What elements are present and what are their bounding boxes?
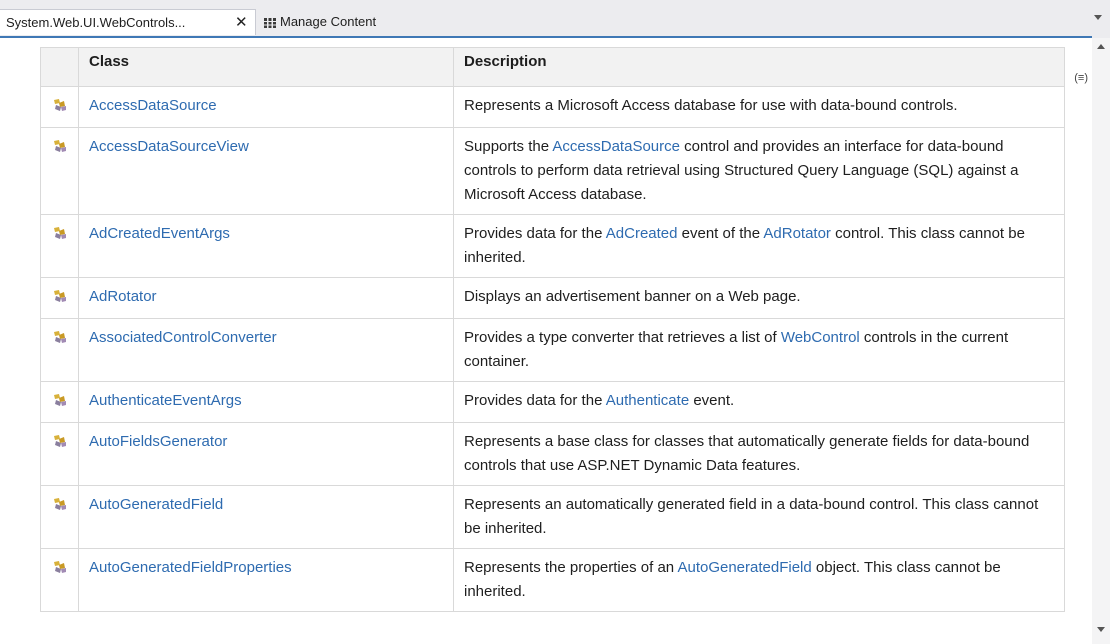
description-text: Represents a base class for classes that…	[464, 433, 1030, 474]
class-column-header: Class	[78, 47, 454, 87]
class-name-cell: AccessDataSource	[78, 86, 454, 128]
class-icon-cell	[40, 86, 79, 128]
description-cell: Represents a Microsoft Access database f…	[453, 86, 1065, 128]
class-icon	[52, 495, 68, 519]
class-icon-cell	[40, 277, 79, 319]
tab-webcontrols-label: System.Web.UI.WebControls...	[6, 15, 186, 30]
description-link[interactable]: WebControl	[781, 329, 860, 346]
class-icon-cell	[40, 381, 79, 423]
description-link[interactable]: AutoGeneratedField	[677, 559, 811, 576]
class-table: Class Description AccessDataSource Repres…	[40, 47, 1065, 612]
table-row: AuthenticateEventArgs Provides data for t…	[40, 381, 1065, 423]
class-link[interactable]: AdRotator	[89, 288, 157, 305]
tab-manage-content[interactable]: Manage Content	[258, 9, 408, 35]
description-text: event.	[689, 392, 735, 409]
table-row: AssociatedControlConverter Provides a typ…	[40, 318, 1065, 382]
class-name-cell: AuthenticateEventArgs	[78, 381, 454, 423]
class-name-cell: AutoFieldsGenerator	[78, 422, 454, 486]
class-name-cell: AdCreatedEventArgs	[78, 214, 454, 278]
table-row: AutoGeneratedField Represents an automati…	[40, 485, 1065, 549]
class-icon-cell	[40, 485, 79, 549]
description-text: Provides data for the	[464, 225, 606, 242]
class-icon	[52, 287, 68, 311]
description-cell: Provides a type converter that retrieves…	[453, 318, 1065, 382]
description-text: Supports the	[464, 138, 553, 155]
class-icon	[52, 224, 68, 248]
scroll-down-icon[interactable]	[1097, 627, 1105, 632]
vertical-scrollbar[interactable]	[1092, 38, 1110, 644]
document-tab-strip: System.Web.UI.WebControls... ✕ Manage Co…	[0, 0, 1110, 38]
description-column-header: Description	[453, 47, 1065, 87]
class-name-cell: AdRotator	[78, 277, 454, 319]
description-link[interactable]: Authenticate	[606, 392, 689, 409]
description-cell: Provides data for the AdCreated event of…	[453, 214, 1065, 278]
class-icon	[52, 432, 68, 456]
description-text: Represents the properties of an	[464, 559, 678, 576]
tab-dropdown-icon[interactable]	[1094, 15, 1102, 20]
description-cell: Represents the properties of an AutoGene…	[453, 548, 1065, 612]
description-cell: Represents an automatically generated fi…	[453, 485, 1065, 549]
tab-webcontrols[interactable]: System.Web.UI.WebControls... ✕	[0, 9, 256, 35]
class-icon	[52, 558, 68, 582]
class-icon-cell	[40, 422, 79, 486]
description-text: Provides a type converter that retrieves…	[464, 329, 781, 346]
tab-accent-line	[0, 36, 1092, 38]
class-icon-cell	[40, 548, 79, 612]
scroll-up-icon[interactable]	[1097, 44, 1105, 49]
table-row: AdRotator Displays an advertisement banne…	[40, 277, 1065, 319]
description-cell: Provides data for the Authenticate event…	[453, 381, 1065, 423]
table-body: AccessDataSource Represents a Microsoft A…	[40, 86, 1065, 612]
class-name-cell: AccessDataSourceView	[78, 127, 454, 215]
class-link[interactable]: AutoGeneratedField	[89, 496, 223, 513]
class-icon	[52, 137, 68, 161]
class-link[interactable]: AutoFieldsGenerator	[89, 433, 227, 450]
class-icon	[52, 328, 68, 352]
class-link[interactable]: AuthenticateEventArgs	[89, 392, 242, 409]
class-icon-cell	[40, 214, 79, 278]
description-text: Displays an advertisement banner on a We…	[464, 288, 801, 305]
description-cell: Displays an advertisement banner on a We…	[453, 277, 1065, 319]
close-icon[interactable]: ✕	[235, 10, 248, 36]
description-text: Provides data for the	[464, 392, 606, 409]
table-row: AccessDataSourceView Supports the AccessD…	[40, 127, 1065, 215]
class-link[interactable]: AutoGeneratedFieldProperties	[89, 559, 292, 576]
class-link[interactable]: AccessDataSourceView	[89, 138, 249, 155]
table-row: AccessDataSource Represents a Microsoft A…	[40, 86, 1065, 128]
description-link[interactable]: AdCreated	[606, 225, 678, 242]
table-row: AutoFieldsGenerator Represents a base cla…	[40, 422, 1065, 486]
class-link[interactable]: AccessDataSource	[89, 97, 217, 114]
class-icon-cell	[40, 127, 79, 215]
description-link[interactable]: AccessDataSource	[552, 138, 680, 155]
class-icon	[52, 96, 68, 120]
class-icon	[52, 391, 68, 415]
class-link[interactable]: AdCreatedEventArgs	[89, 225, 230, 242]
tab-manage-content-label: Manage Content	[280, 14, 377, 29]
grid-icon	[264, 17, 276, 28]
icon-column-header	[40, 47, 79, 87]
description-link[interactable]: AdRotator	[763, 225, 831, 242]
description-text: Represents an automatically generated fi…	[464, 496, 1039, 537]
table-row: AutoGeneratedFieldProperties Represents t…	[40, 548, 1065, 612]
class-name-cell: AutoGeneratedFieldProperties	[78, 548, 454, 612]
description-cell: Supports the AccessDataSource control an…	[453, 127, 1065, 215]
description-cell: Represents a base class for classes that…	[453, 422, 1065, 486]
description-text: event of the	[677, 225, 764, 242]
description-text: Represents a Microsoft Access database f…	[464, 97, 958, 114]
table-row: AdCreatedEventArgs Provides data for the …	[40, 214, 1065, 278]
class-name-cell: AutoGeneratedField	[78, 485, 454, 549]
class-link[interactable]: AssociatedControlConverter	[89, 329, 277, 346]
table-header-row: Class Description	[40, 47, 1065, 87]
collapse-margin-icon[interactable]: (≡)	[1074, 72, 1088, 84]
class-icon-cell	[40, 318, 79, 382]
class-name-cell: AssociatedControlConverter	[78, 318, 454, 382]
